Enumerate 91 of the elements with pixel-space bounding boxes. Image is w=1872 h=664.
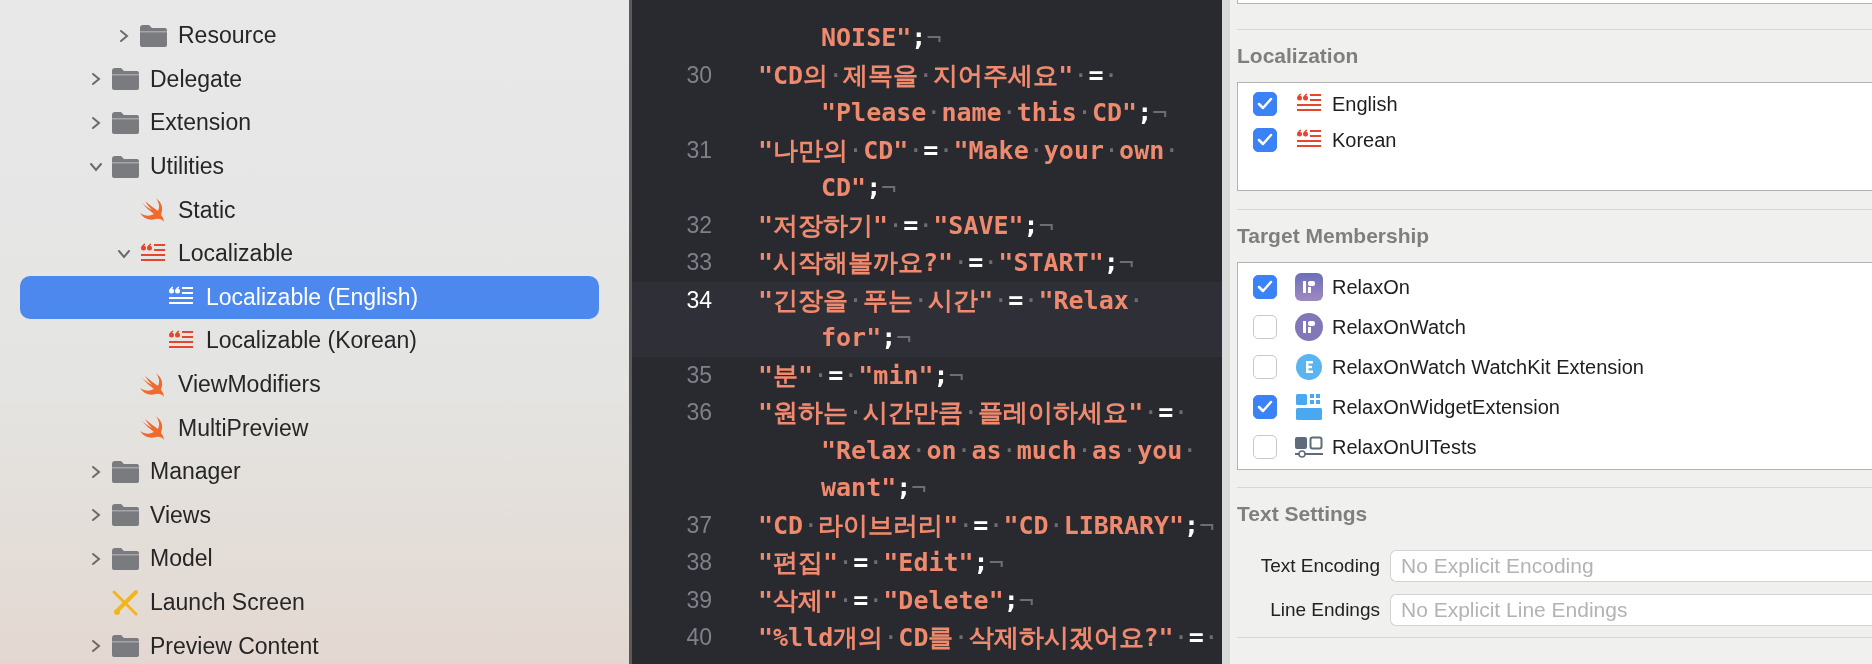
ui-tests-icon	[1295, 436, 1323, 458]
folder-icon	[110, 111, 140, 135]
checkbox[interactable]	[1253, 355, 1277, 379]
folder-icon	[138, 23, 168, 48]
disclosure-chevron-icon[interactable]	[89, 464, 103, 479]
navigator-row[interactable]: Delegate	[20, 57, 599, 102]
line-number: 40	[686, 624, 712, 650]
checkbox[interactable]	[1253, 128, 1277, 152]
code-line: "나만의·CD"·=·"Make·your·own·	[758, 135, 1180, 165]
section-heading: Localization	[1237, 43, 1360, 69]
folder-icon	[110, 546, 140, 571]
code-line: "원하는·시간만큼·플레이하세요"·=·	[758, 398, 1189, 427]
code-line: "%lld개의·CD를·삭제하시겠어요?"·=·	[758, 623, 1219, 652]
code-line: "Relax·on·as·much·as·you·	[821, 435, 1198, 465]
navigator-row[interactable]: Utilities	[20, 144, 599, 189]
navigator-row[interactable]: Views	[20, 493, 599, 538]
disclosure-chevron-icon[interactable]	[89, 639, 103, 654]
navigator-row[interactable]: Resource	[20, 14, 599, 58]
line-number: 31	[686, 136, 712, 163]
line-number: 34	[686, 286, 712, 313]
checkbox[interactable]	[1253, 435, 1277, 459]
folder-icon	[110, 634, 140, 659]
section-heading: Target Membership	[1237, 223, 1431, 249]
field-label: Text Encoding	[1259, 555, 1380, 577]
navigator-row[interactable]: ViewModifiers	[20, 362, 599, 407]
section-heading: Text Settings	[1237, 501, 1369, 527]
navigator-row[interactable]: Model	[20, 537, 599, 581]
checkmark-icon	[1257, 400, 1273, 414]
navigator-row[interactable]: Localizable (Korean)	[20, 319, 599, 363]
line-number: 38	[686, 549, 712, 575]
checkbox[interactable]	[1253, 275, 1277, 299]
navigator-row[interactable]: Manager	[20, 449, 599, 494]
navigator-row[interactable]: Extension	[20, 101, 599, 145]
disclosure-chevron-icon[interactable]	[89, 116, 103, 130]
checkmark-icon	[1257, 280, 1273, 294]
code-line: "긴장을·푸는·시간"·=·"Relax·	[758, 285, 1144, 315]
folder-icon	[110, 67, 140, 92]
code-line: for";¬	[821, 323, 912, 352]
swift-bird-icon	[139, 371, 167, 398]
target-label: RelaxOnWidgetExtension	[1332, 395, 1560, 419]
line-number: 37	[686, 511, 712, 538]
disclosure-chevron-icon[interactable]	[89, 508, 103, 523]
code-line: "Please·name·this·CD";¬	[821, 98, 1168, 127]
line-number: 30	[686, 61, 712, 88]
target-label: RelaxOnUITests	[1332, 435, 1477, 459]
crossed-tools-icon	[111, 588, 139, 617]
line-number: 39	[686, 586, 712, 613]
disclosure-chevron-icon[interactable]	[89, 551, 103, 566]
checkmark-icon	[1257, 97, 1273, 111]
checkbox[interactable]	[1253, 92, 1277, 116]
target-label: RelaxOnWatch WatchKit Extension	[1332, 355, 1644, 379]
checkbox[interactable]	[1253, 315, 1277, 339]
code-line: NOISE";¬	[821, 23, 942, 52]
swift-bird-icon	[139, 415, 167, 442]
navigator-row[interactable]: MultiPreview	[20, 406, 599, 450]
code-line: "시작해볼까요?"·=·"START";¬	[758, 248, 1134, 277]
code-line: "삭제"·=·"Delete";¬	[758, 585, 1034, 615]
navigator-row[interactable]: Localizable	[20, 231, 599, 276]
target-label: RelaxOnWatch	[1332, 315, 1466, 339]
folder-icon	[110, 459, 140, 484]
checkbox[interactable]	[1253, 395, 1277, 419]
folder-icon	[110, 154, 140, 179]
line-number: 32	[686, 211, 712, 238]
code-line: "편집"·=·"Edit";¬	[758, 548, 1004, 577]
line-number: 35	[686, 361, 712, 388]
localization-label: English	[1332, 92, 1398, 116]
disclosure-chevron-icon[interactable]	[117, 28, 131, 43]
folder-icon	[110, 503, 140, 528]
watch-app-icon	[1295, 313, 1323, 341]
disclosure-chevron-icon[interactable]	[89, 72, 103, 87]
localization-label: Korean	[1332, 128, 1397, 152]
app-icon	[1295, 273, 1323, 301]
navigator-row[interactable]: Static	[20, 188, 599, 232]
extension-icon	[1296, 354, 1322, 380]
code-line: "CD의·제목을·지어주세요"·=·	[758, 60, 1119, 90]
line-number: 36	[686, 399, 712, 425]
code-line: "분"·=·"min";¬	[758, 360, 964, 390]
code-line: "CD·라이브러리"·=·"CD·LIBRARY";¬	[758, 510, 1215, 540]
navigator-row[interactable]: Launch Screen	[20, 580, 599, 625]
widget-grid-icon	[1296, 394, 1322, 420]
popup-field[interactable]: No Explicit Encoding	[1390, 550, 1872, 582]
line-number: 33	[686, 249, 712, 275]
target-label: RelaxOn	[1332, 275, 1410, 299]
popup-field[interactable]: No Explicit Line Endings	[1390, 594, 1872, 626]
field-label: Line Endings	[1269, 599, 1380, 621]
navigator-row[interactable]: Preview Content	[20, 624, 599, 664]
code-line: want";¬	[821, 473, 927, 502]
code-line: CD";¬	[821, 173, 897, 202]
code-line: "저장하기"·=·"SAVE";¬	[758, 210, 1054, 240]
swift-bird-icon	[139, 197, 167, 224]
checkmark-icon	[1257, 133, 1273, 147]
